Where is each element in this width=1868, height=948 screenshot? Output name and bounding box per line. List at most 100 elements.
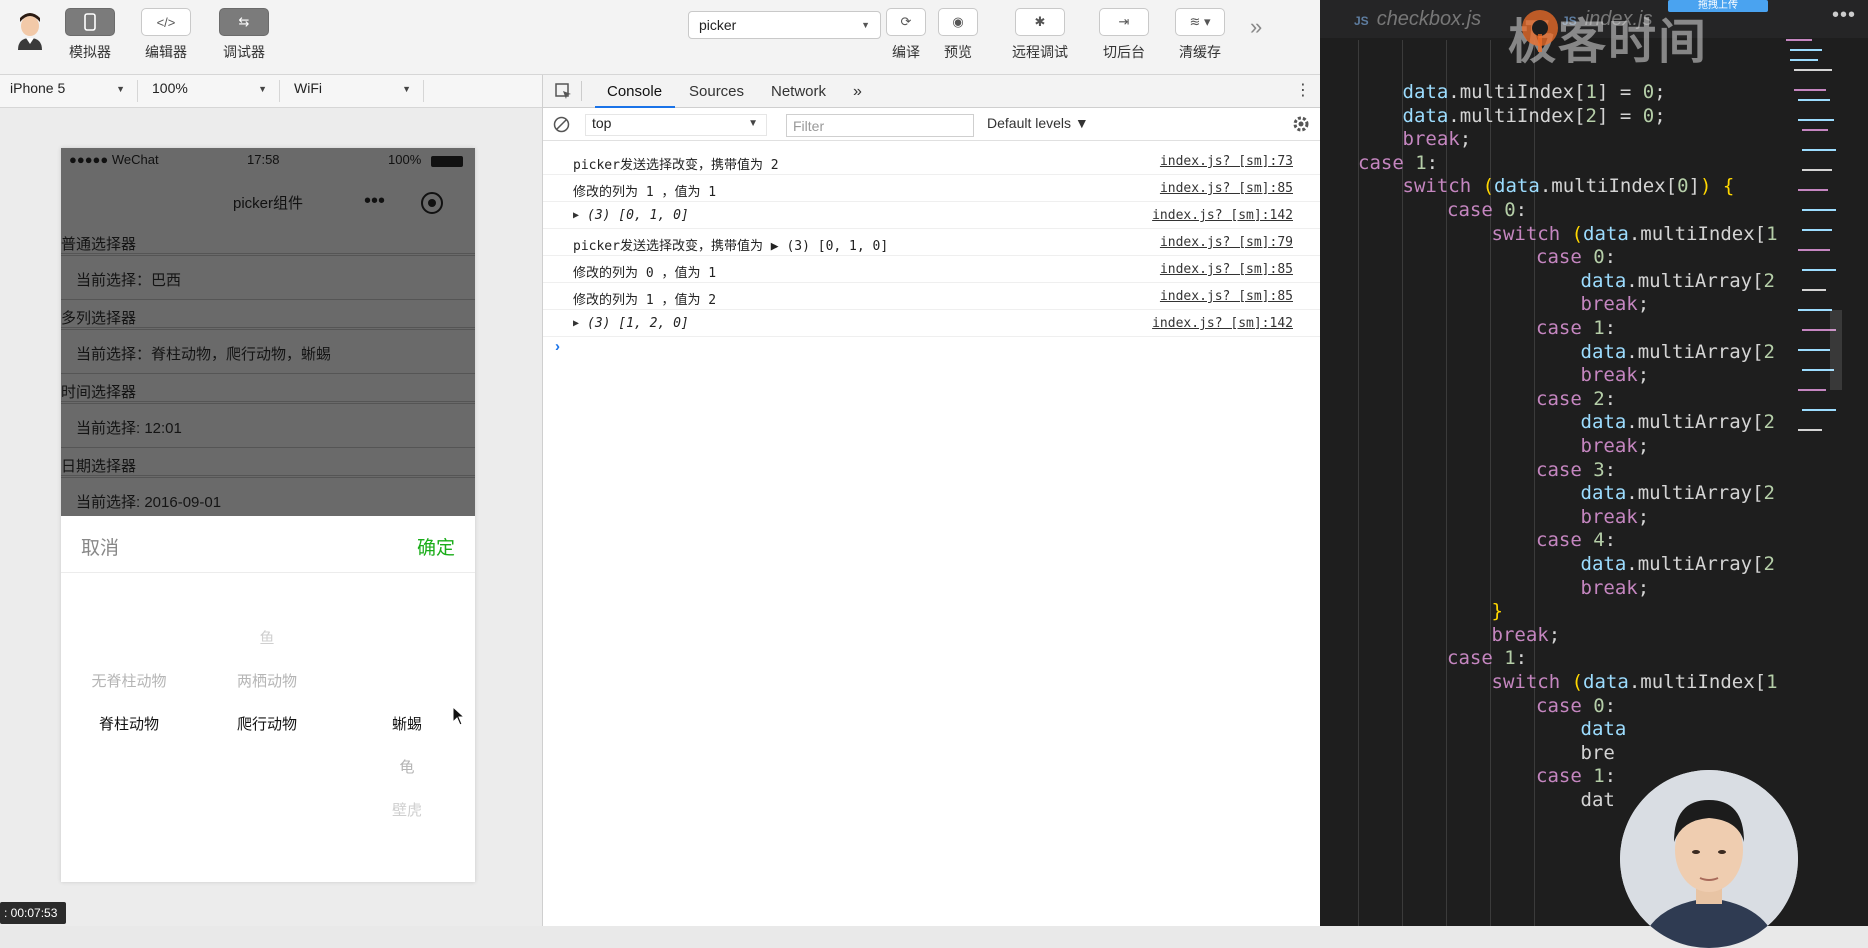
gear-icon[interactable] bbox=[1292, 115, 1310, 133]
expand-triangle-icon[interactable]: ▶ bbox=[573, 210, 579, 221]
code-line[interactable]: case 1: bbox=[1447, 647, 1527, 669]
log-source-link[interactable]: index.js? [sm]:85 bbox=[1160, 262, 1293, 277]
expand-triangle-icon[interactable]: ▶ bbox=[573, 318, 579, 329]
preview-button[interactable]: ◉ 预览 bbox=[928, 8, 988, 62]
log-levels-select[interactable]: Default levels ▼ bbox=[987, 115, 1089, 131]
console-log-row: 修改的列为 1 ，值为 1 index.js? [sm]:85 bbox=[543, 175, 1321, 202]
picker-option-selected[interactable]: 蜥蜴 bbox=[347, 713, 467, 734]
log-message: picker发送选择改变，携带值为 ▶ (3) [0, 1, 0] bbox=[573, 239, 889, 254]
code-line[interactable]: break; bbox=[1581, 577, 1650, 599]
indent-guide bbox=[1490, 40, 1491, 926]
code-line[interactable]: break; bbox=[1581, 293, 1650, 315]
code-line[interactable]: break; bbox=[1581, 435, 1650, 457]
minimap[interactable] bbox=[1782, 30, 1842, 450]
picker-option[interactable]: 两栖动物 bbox=[207, 670, 327, 691]
code-line[interactable]: break; bbox=[1403, 128, 1472, 150]
zoom-select[interactable]: 100% ▼ bbox=[142, 80, 280, 102]
code-line[interactable]: case 1: bbox=[1536, 317, 1616, 339]
code-line[interactable]: case 4: bbox=[1536, 529, 1616, 551]
editor-tab-checkbox[interactable]: JS checkbox.js bbox=[1354, 8, 1481, 31]
remote-debug-button[interactable]: ✱ 远程调试 bbox=[1000, 8, 1080, 62]
code-line[interactable]: data.multiArray[2 bbox=[1581, 411, 1776, 433]
clear-console-icon[interactable] bbox=[553, 116, 570, 133]
video-timecode: : 00:07:53 bbox=[0, 902, 66, 924]
code-line[interactable]: data.multiArray[2 bbox=[1581, 482, 1776, 504]
console-log-row[interactable]: ▶ (3) [0, 1, 0] index.js? [sm]:142 bbox=[543, 202, 1321, 229]
code-line[interactable]: data.multiIndex[2] = 0; bbox=[1403, 105, 1666, 127]
code-line[interactable]: case 2: bbox=[1536, 388, 1616, 410]
picker-option[interactable]: 鱼 bbox=[207, 627, 327, 648]
code-line[interactable]: data bbox=[1581, 718, 1627, 740]
kebab-menu-icon[interactable]: ⋮ bbox=[1295, 80, 1311, 100]
picker-row-time[interactable]: 当前选择: 12:01 bbox=[61, 403, 475, 448]
code-line[interactable]: case 0: bbox=[1536, 246, 1616, 268]
capsule-close-icon[interactable] bbox=[421, 192, 443, 214]
chevron-down-icon: ▼ bbox=[258, 84, 267, 94]
editor-toggle[interactable]: </> 编辑器 bbox=[134, 8, 198, 62]
clear-cache-button[interactable]: ≋ ▾ 清缓存 bbox=[1168, 8, 1232, 62]
code-line[interactable]: switch (data.multiIndex[0]) { bbox=[1403, 175, 1735, 197]
inspect-icon[interactable] bbox=[555, 83, 573, 101]
console-prompt[interactable]: › bbox=[555, 338, 560, 355]
tab-network[interactable]: Network bbox=[771, 83, 826, 100]
picker-option[interactable]: 无脊柱动物 bbox=[69, 670, 189, 691]
code-line[interactable]: case 0: bbox=[1536, 695, 1616, 717]
editor-more-icon[interactable]: ••• bbox=[1832, 4, 1856, 27]
project-select[interactable]: picker ▼ bbox=[688, 11, 881, 39]
code-line[interactable]: data.multiArray[2 bbox=[1581, 341, 1776, 363]
code-line[interactable]: } bbox=[1492, 600, 1503, 622]
debugger-toggle[interactable]: ⇆ 调试器 bbox=[212, 8, 276, 62]
more-tabs-icon[interactable]: » bbox=[853, 83, 862, 101]
filter-input[interactable]: Filter bbox=[786, 114, 974, 137]
code-line[interactable]: switch (data.multiIndex[1 bbox=[1492, 671, 1778, 693]
code-line[interactable]: data.multiArray[2 bbox=[1581, 553, 1776, 575]
picker-row-normal[interactable]: 当前选择：巴西 bbox=[61, 255, 475, 300]
background-button[interactable]: ⇥ 切后台 bbox=[1092, 8, 1156, 62]
code-line[interactable]: break; bbox=[1581, 364, 1650, 386]
log-source-link[interactable]: index.js? [sm]:79 bbox=[1160, 235, 1293, 250]
code-line[interactable]: dat bbox=[1581, 789, 1615, 811]
code-line[interactable]: case 0: bbox=[1447, 199, 1527, 221]
log-source-link[interactable]: index.js? [sm]:142 bbox=[1152, 316, 1293, 331]
device-select[interactable]: iPhone 5 ▼ bbox=[0, 80, 138, 102]
log-message: 修改的列为 1 ，值为 2 bbox=[573, 293, 717, 308]
log-source-link[interactable]: index.js? [sm]:85 bbox=[1160, 289, 1293, 304]
avatar[interactable] bbox=[12, 10, 48, 50]
log-source-link[interactable]: index.js? [sm]:142 bbox=[1152, 208, 1293, 223]
code-line[interactable]: data.multiArray[2 bbox=[1581, 270, 1776, 292]
picker-option-selected[interactable]: 爬行动物 bbox=[207, 713, 327, 734]
code-line[interactable]: data.multiIndex[1] = 0; bbox=[1403, 81, 1666, 103]
tab-console[interactable]: Console bbox=[607, 83, 662, 100]
log-array: (3) [0, 1, 0] bbox=[587, 208, 689, 223]
more-chevron-icon[interactable]: » bbox=[1250, 14, 1262, 40]
clear-cache-label: 清缓存 bbox=[1179, 45, 1221, 61]
log-source-link[interactable]: index.js? [sm]:85 bbox=[1160, 181, 1293, 196]
picker-row-multi[interactable]: 当前选择：脊柱动物，爬行动物，蜥蜴 bbox=[61, 329, 475, 374]
code-line[interactable]: case 1: bbox=[1358, 152, 1438, 174]
picker-option-selected[interactable]: 脊柱动物 bbox=[69, 713, 189, 734]
console-log-row[interactable]: ▶ (3) [1, 2, 0] index.js? [sm]:142 bbox=[543, 310, 1321, 337]
device-name: iPhone 5 bbox=[10, 80, 66, 96]
code-line[interactable]: break; bbox=[1492, 624, 1561, 646]
picker-option[interactable]: 龟 bbox=[347, 756, 467, 777]
code-line[interactable]: case 3: bbox=[1536, 459, 1616, 481]
confirm-button[interactable]: 确定 bbox=[417, 533, 455, 560]
picker-option[interactable]: 壁虎 bbox=[347, 799, 467, 820]
simulator-toggle[interactable]: 模拟器 bbox=[58, 8, 122, 62]
tab-label: checkbox.js bbox=[1376, 8, 1482, 30]
code-line[interactable]: case 1: bbox=[1536, 765, 1616, 787]
context-select[interactable]: top ▼ bbox=[585, 114, 767, 136]
device-bar: iPhone 5 ▼ 100% ▼ WiFi ▼ bbox=[0, 75, 542, 108]
section-heading-normal: 普通选择器 bbox=[61, 230, 475, 254]
network-select[interactable]: WiFi ▼ bbox=[284, 80, 424, 102]
more-dots-icon[interactable]: ••• bbox=[364, 190, 385, 213]
code-line[interactable]: switch (data.multiIndex[1 bbox=[1492, 223, 1778, 245]
code-line[interactable]: bre bbox=[1581, 742, 1615, 764]
compile-button[interactable]: ⟳ 编译 bbox=[876, 8, 936, 62]
tab-sources[interactable]: Sources bbox=[689, 83, 744, 100]
chevron-down-icon: ▼ bbox=[402, 84, 411, 94]
cancel-button[interactable]: 取消 bbox=[81, 533, 119, 560]
upload-badge[interactable]: 拖拽上传 bbox=[1668, 0, 1768, 12]
log-source-link[interactable]: index.js? [sm]:73 bbox=[1160, 154, 1293, 169]
code-line[interactable]: break; bbox=[1581, 506, 1650, 528]
